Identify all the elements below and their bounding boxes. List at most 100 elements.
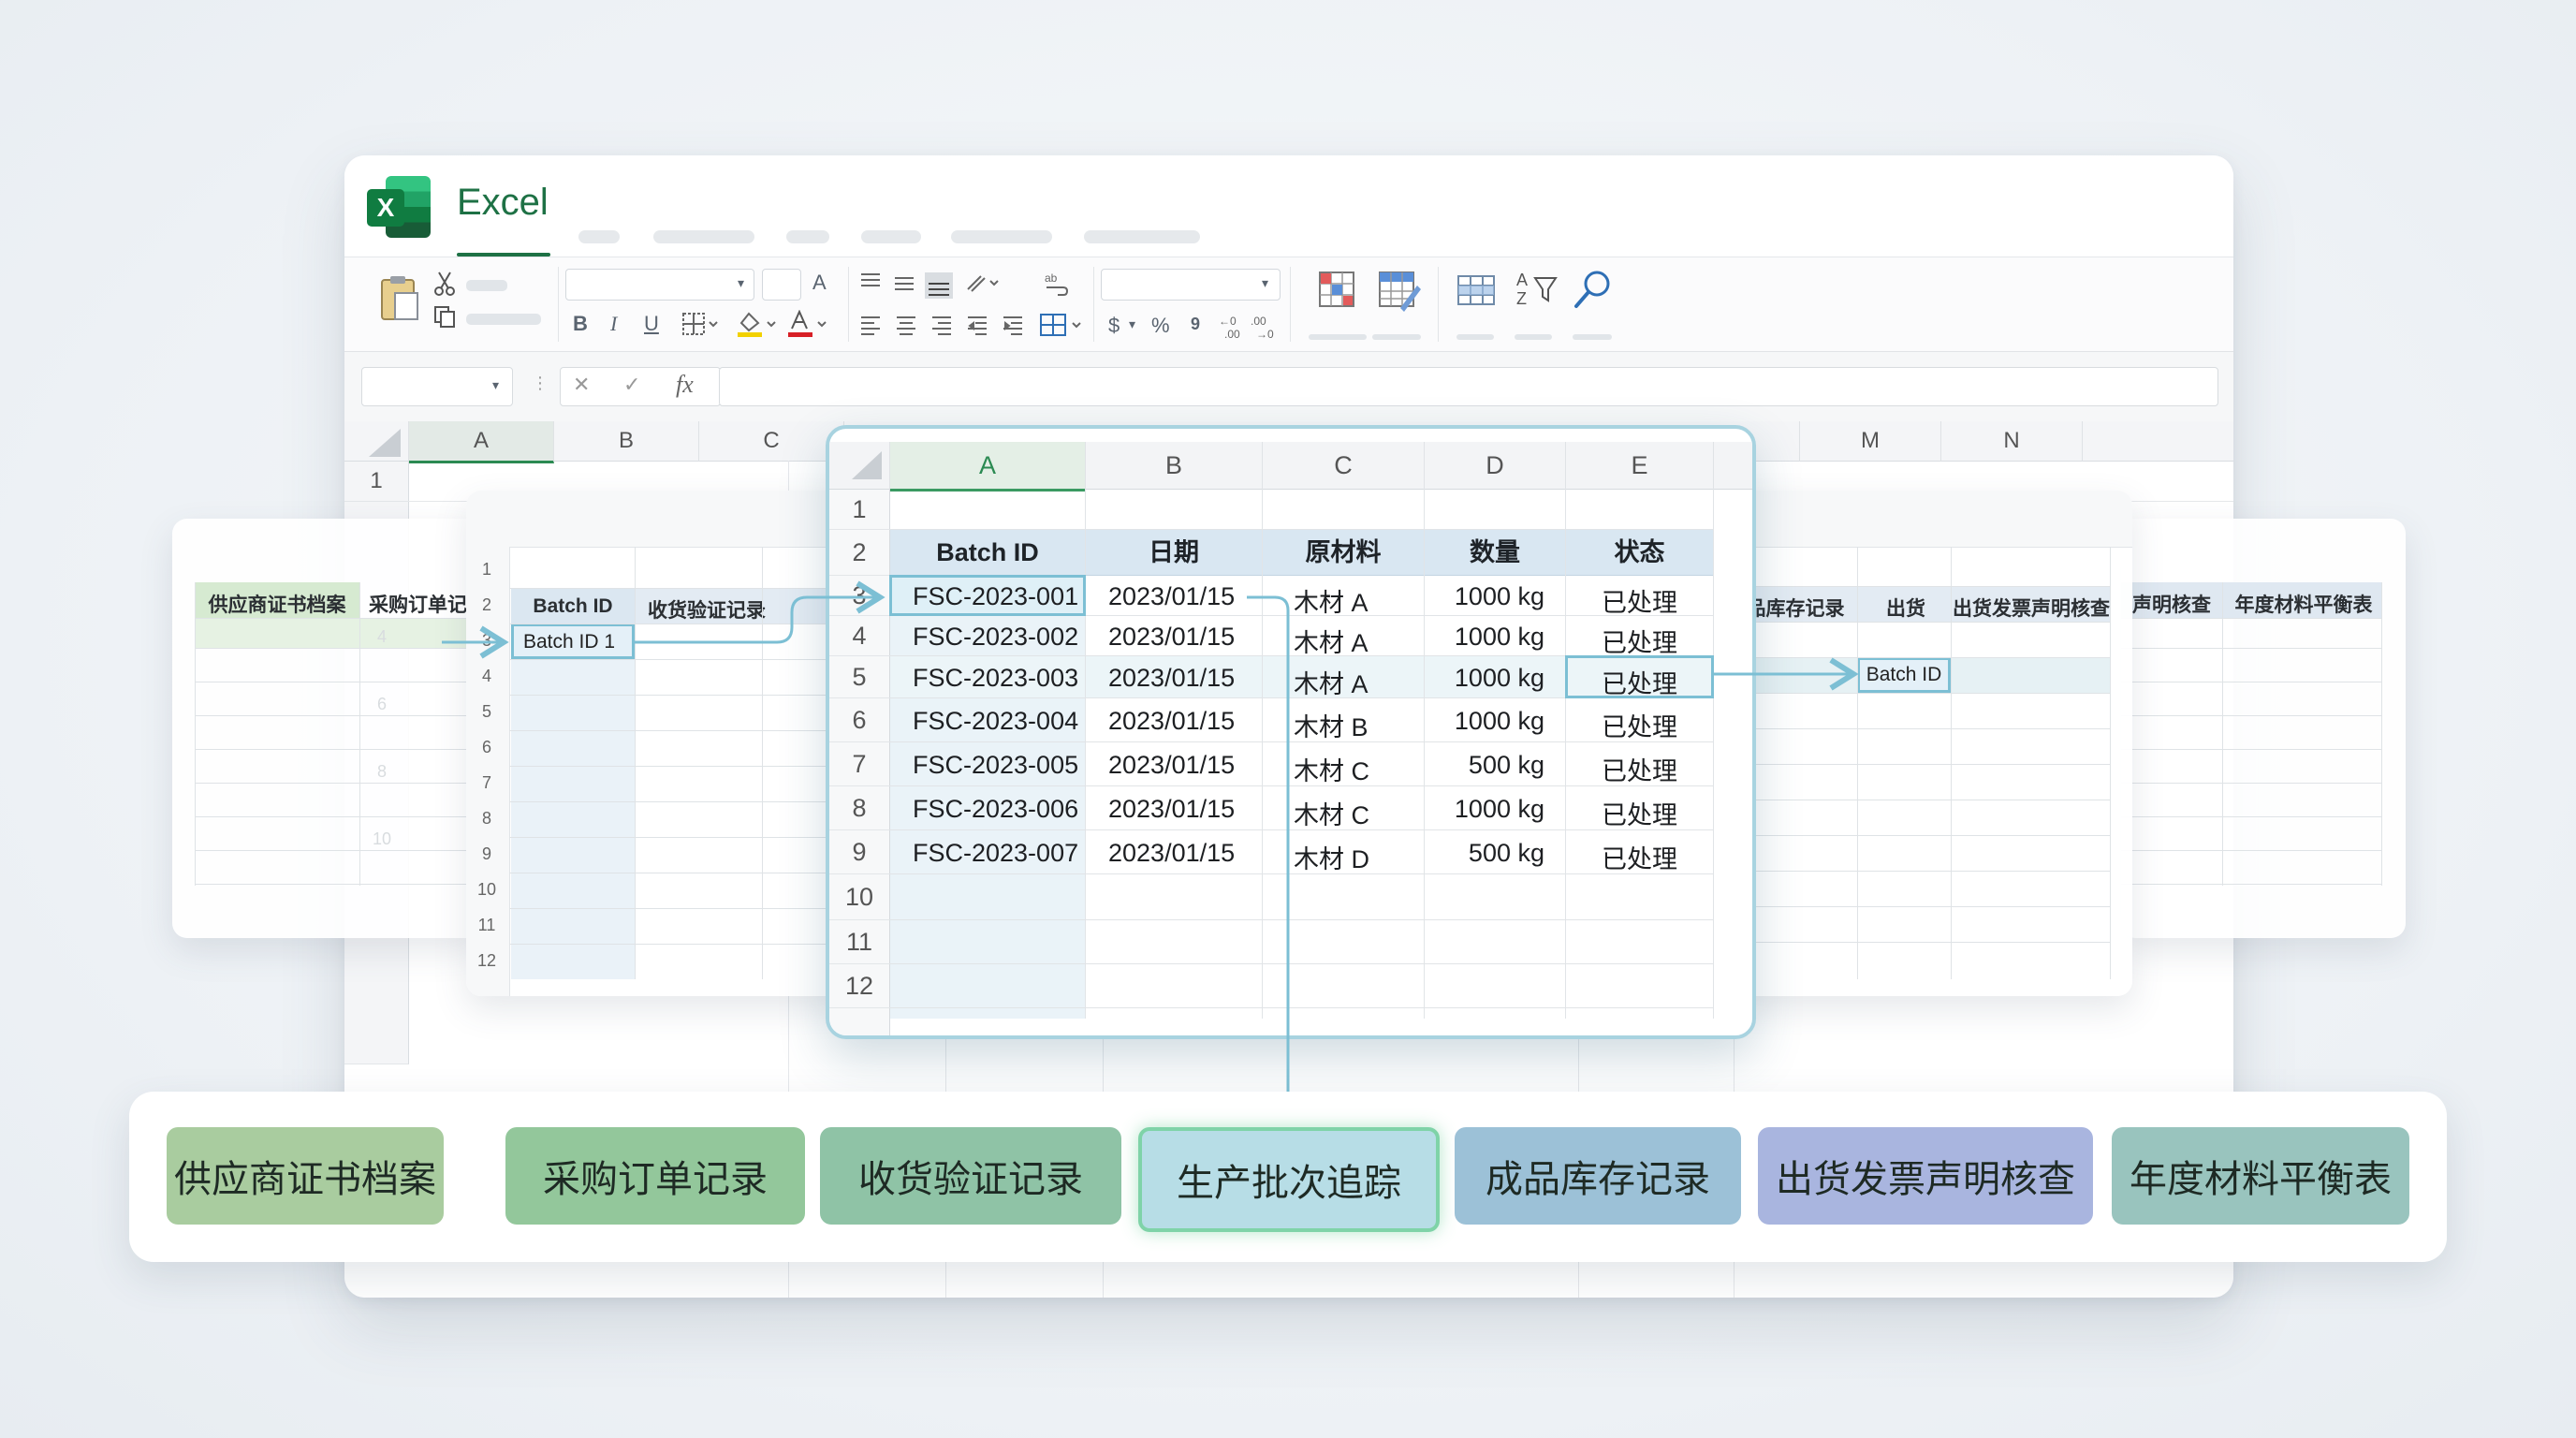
table-cell[interactable]: 木材 A bbox=[1294, 582, 1368, 619]
tab-supplier-certificates[interactable]: 供应商证书档案 bbox=[167, 1127, 444, 1225]
table-cell[interactable]: 2023/01/15 bbox=[1108, 795, 1235, 824]
table-cell[interactable]: 1000 kg bbox=[1425, 707, 1544, 736]
function-icon[interactable]: fx bbox=[676, 373, 694, 397]
table-cell[interactable]: FSC-2023-003 bbox=[913, 664, 1078, 693]
table-cell[interactable]: 已处理 bbox=[1566, 623, 1713, 659]
table-cell[interactable]: 1000 kg bbox=[1425, 582, 1544, 611]
menu-item[interactable] bbox=[786, 230, 829, 243]
row-header[interactable]: 9 bbox=[829, 830, 890, 874]
orientation-icon[interactable] bbox=[964, 271, 1002, 295]
fill-color-icon[interactable] bbox=[736, 310, 779, 338]
sort-filter-icon[interactable]: AZ bbox=[1515, 269, 1558, 310]
font-family-select[interactable] bbox=[565, 269, 754, 301]
font-size-select[interactable] bbox=[762, 269, 801, 301]
table-cell[interactable]: FSC-2023-007 bbox=[913, 839, 1078, 868]
table-cell[interactable]: 已处理 bbox=[1566, 751, 1713, 787]
tab-purchase-orders[interactable]: 采购订单记录 bbox=[505, 1127, 805, 1225]
confirm-icon[interactable]: ✓ bbox=[623, 374, 640, 395]
table-cell[interactable]: 2023/01/15 bbox=[1108, 664, 1235, 693]
wrap-text-icon[interactable]: ab bbox=[1043, 269, 1071, 297]
column-header[interactable]: B bbox=[1086, 442, 1263, 490]
paste-icon[interactable] bbox=[376, 272, 421, 325]
alignment-row-icon[interactable] bbox=[859, 314, 1028, 338]
menu-item[interactable] bbox=[951, 230, 1052, 243]
table-cell[interactable]: 已处理 bbox=[1566, 707, 1713, 743]
table-cell[interactable]: 木材 D bbox=[1294, 839, 1369, 875]
table-cell[interactable]: 2023/01/15 bbox=[1108, 582, 1235, 611]
comma-icon[interactable]: 9 bbox=[1191, 315, 1200, 332]
row-header[interactable]: 8 bbox=[829, 786, 890, 830]
selected-cell[interactable]: Batch ID 1 bbox=[511, 624, 635, 659]
align-icon[interactable] bbox=[859, 271, 972, 299]
table-cell[interactable]: 2023/01/15 bbox=[1108, 623, 1235, 652]
table-cell[interactable]: 500 kg bbox=[1425, 839, 1544, 868]
table-cell[interactable]: 木材 C bbox=[1294, 795, 1369, 831]
name-box[interactable] bbox=[361, 367, 513, 406]
table-cell[interactable]: 1000 kg bbox=[1425, 664, 1544, 693]
row-header[interactable]: 10 bbox=[829, 874, 890, 920]
table-cell[interactable]: 已处理 bbox=[1566, 582, 1713, 619]
menu-item[interactable] bbox=[1084, 230, 1200, 243]
table-cell[interactable]: FSC-2023-001 bbox=[913, 582, 1078, 611]
column-header[interactable]: N bbox=[1941, 421, 2083, 462]
select-all-corner[interactable] bbox=[829, 442, 890, 490]
tab-shipping-invoice-check[interactable]: 出货发票声明核查 bbox=[1758, 1127, 2093, 1225]
cut-icon[interactable] bbox=[432, 271, 457, 297]
row-header[interactable]: 2 bbox=[829, 530, 890, 576]
menu-item[interactable] bbox=[653, 230, 754, 243]
table-cell[interactable]: FSC-2023-004 bbox=[913, 707, 1078, 736]
column-header[interactable]: B bbox=[554, 421, 699, 462]
cancel-icon[interactable]: ✕ bbox=[573, 374, 590, 395]
column-header[interactable]: C bbox=[1263, 442, 1425, 490]
decimal-icon[interactable]: ←0.00 .00→0 bbox=[1217, 312, 1279, 340]
row-header[interactable]: 1 bbox=[829, 490, 890, 530]
table-cell[interactable]: 已处理 bbox=[1566, 839, 1713, 875]
currency-icon[interactable]: $ bbox=[1108, 315, 1120, 336]
find-icon[interactable] bbox=[1573, 269, 1614, 310]
column-header[interactable]: A bbox=[890, 442, 1086, 492]
table-cell[interactable]: 500 kg bbox=[1425, 751, 1544, 780]
table-cell[interactable]: 木材 A bbox=[1294, 623, 1368, 659]
column-header[interactable]: A bbox=[409, 421, 554, 463]
table-cell[interactable]: 已处理 bbox=[1566, 664, 1713, 700]
table-cell[interactable]: 1000 kg bbox=[1425, 795, 1544, 824]
tab-receiving-verification[interactable]: 收货验证记录 bbox=[820, 1127, 1121, 1225]
table-cell[interactable]: FSC-2023-002 bbox=[913, 623, 1078, 652]
underline-icon[interactable]: U bbox=[644, 314, 659, 334]
table-cell[interactable]: 2023/01/15 bbox=[1108, 751, 1235, 780]
borders-icon[interactable] bbox=[681, 312, 719, 336]
tab-annual-material-balance[interactable]: 年度材料平衡表 bbox=[2112, 1127, 2409, 1225]
row-header[interactable]: 6 bbox=[829, 698, 890, 742]
italic-icon[interactable]: I bbox=[610, 314, 617, 334]
table-cell[interactable]: 1000 kg bbox=[1425, 623, 1544, 652]
column-header[interactable]: D bbox=[1425, 442, 1566, 490]
table-cell[interactable]: 2023/01/15 bbox=[1108, 839, 1235, 868]
bold-icon[interactable]: B bbox=[573, 314, 588, 334]
column-header[interactable]: C bbox=[699, 421, 844, 462]
tab-finished-goods-inventory[interactable]: 成品库存记录 bbox=[1455, 1127, 1741, 1225]
formula-input[interactable] bbox=[719, 367, 2218, 406]
column-header[interactable]: E bbox=[1566, 442, 1714, 490]
row-header[interactable]: 4 bbox=[829, 616, 890, 656]
table-cell[interactable]: FSC-2023-006 bbox=[913, 795, 1078, 824]
row-header[interactable]: 1 bbox=[344, 462, 409, 502]
row-header[interactable]: 7 bbox=[829, 742, 890, 786]
conditional-format-icon[interactable] bbox=[1318, 271, 1359, 312]
menu-item[interactable] bbox=[578, 230, 620, 243]
selected-cell[interactable]: Batch ID bbox=[1857, 657, 1951, 693]
merge-icon[interactable] bbox=[1039, 312, 1086, 338]
select-all-corner[interactable] bbox=[344, 421, 409, 462]
format-table-icon[interactable] bbox=[1378, 271, 1421, 312]
insert-cells-icon[interactable] bbox=[1456, 272, 1498, 310]
table-cell[interactable]: FSC-2023-005 bbox=[913, 751, 1078, 780]
font-grow-icon[interactable]: A bbox=[812, 272, 827, 293]
table-cell[interactable]: 2023/01/15 bbox=[1108, 707, 1235, 736]
table-cell[interactable]: 木材 C bbox=[1294, 751, 1369, 787]
copy-icon[interactable] bbox=[432, 304, 457, 329]
font-color-icon[interactable] bbox=[786, 310, 829, 338]
menu-item[interactable] bbox=[861, 230, 921, 243]
row-header[interactable]: 3 bbox=[829, 576, 890, 616]
percent-icon[interactable]: % bbox=[1151, 315, 1170, 336]
table-cell[interactable]: 已处理 bbox=[1566, 795, 1713, 831]
number-format-select[interactable] bbox=[1101, 269, 1281, 301]
